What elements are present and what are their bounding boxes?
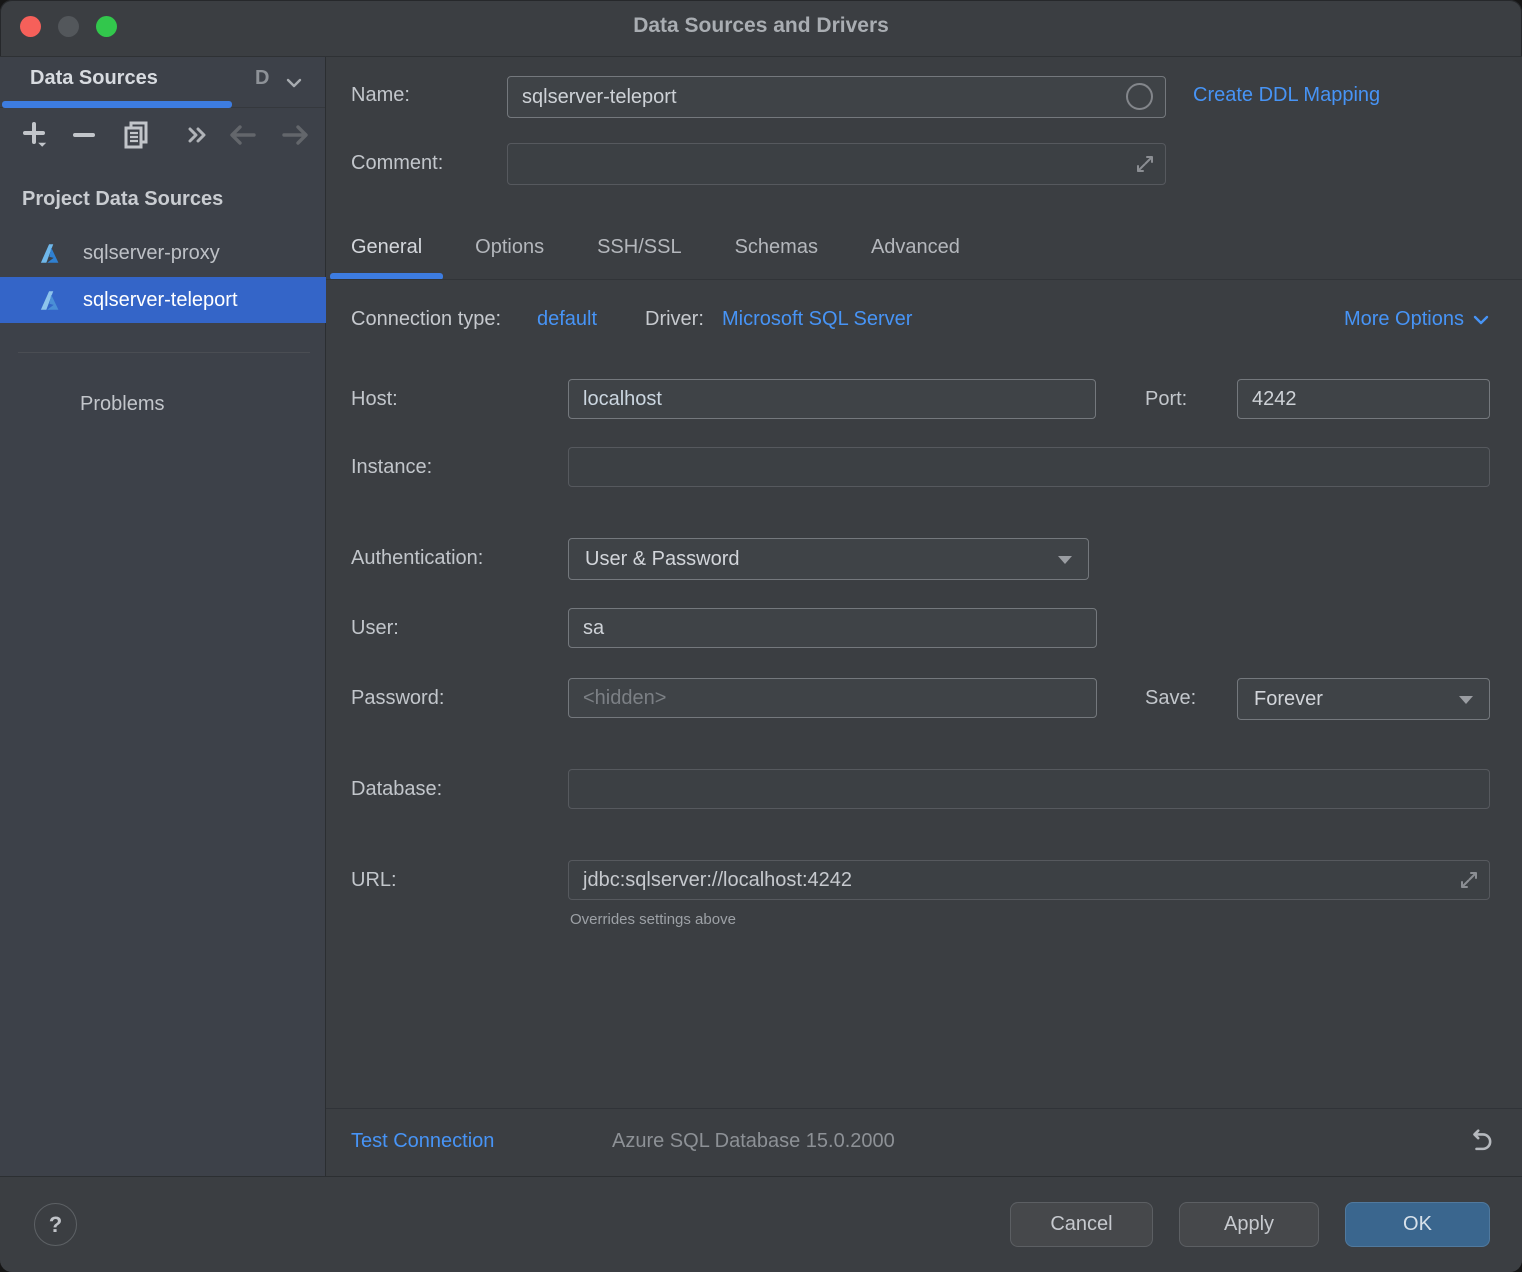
apply-button[interactable]: Apply: [1179, 1202, 1319, 1247]
instance-input[interactable]: [568, 447, 1490, 487]
problems-item[interactable]: Problems: [80, 393, 164, 416]
list-item-label: sqlserver-teleport: [83, 289, 238, 312]
tab-schemas[interactable]: Schemas: [714, 227, 839, 280]
tab-data-sources[interactable]: Data Sources: [30, 67, 158, 90]
settings-tabs: General Options SSH/SSL Schemas Advanced: [330, 227, 981, 280]
tab-options[interactable]: Options: [454, 227, 565, 280]
password-input[interactable]: <hidden>: [568, 678, 1097, 718]
comment-label: Comment:: [351, 152, 443, 175]
connection-type-value[interactable]: default: [537, 308, 597, 331]
expand-icon[interactable]: [1458, 869, 1480, 891]
add-icon[interactable]: [18, 117, 52, 153]
host-label: Host:: [351, 388, 398, 411]
chevron-down-icon: [1472, 313, 1490, 327]
connection-type-row: Connection type: default Driver: Microso…: [326, 308, 1522, 338]
back-arrow-icon[interactable]: [226, 117, 260, 153]
connection-type-label: Connection type:: [351, 308, 501, 331]
name-input[interactable]: sqlserver-teleport: [507, 76, 1166, 118]
copy-icon[interactable]: [120, 117, 154, 153]
database-input[interactable]: [568, 769, 1490, 809]
server-version: Azure SQL Database 15.0.2000: [612, 1130, 895, 1153]
list-item-sqlserver-proxy[interactable]: sqlserver-proxy: [0, 230, 326, 276]
hidden-actions-icon[interactable]: [180, 117, 214, 153]
host-input[interactable]: localhost: [568, 379, 1096, 419]
data-sources-dialog: Data Sources and Drivers Data Sources D: [0, 0, 1522, 1272]
driver-value[interactable]: Microsoft SQL Server: [722, 308, 912, 331]
cancel-button[interactable]: Cancel: [1010, 1202, 1153, 1247]
azure-icon: [38, 289, 61, 312]
tab-drivers-truncated[interactable]: D: [255, 67, 272, 90]
sidebar-toolbar: [0, 113, 325, 157]
password-placeholder: <hidden>: [583, 687, 666, 710]
url-label: URL:: [351, 869, 397, 892]
url-input[interactable]: jdbc:sqlserver://localhost:4242: [568, 860, 1490, 900]
forward-arrow-icon[interactable]: [278, 117, 312, 153]
url-value: jdbc:sqlserver://localhost:4242: [583, 869, 852, 892]
window-title: Data Sources and Drivers: [0, 14, 1522, 38]
list-item-sqlserver-teleport[interactable]: sqlserver-teleport: [0, 277, 326, 323]
sidebar-tab-header: Data Sources D: [0, 57, 325, 108]
save-label: Save:: [1145, 687, 1196, 710]
driver-label: Driver:: [645, 308, 704, 331]
dropdown-arrow-icon: [1058, 556, 1072, 564]
url-hint: Overrides settings above: [570, 911, 736, 928]
authentication-label: Authentication:: [351, 547, 483, 570]
user-input[interactable]: sa: [568, 608, 1097, 648]
titlebar: Data Sources and Drivers: [0, 0, 1522, 57]
tabs-divider: [326, 279, 1522, 280]
progress-circle-icon: [1126, 83, 1153, 110]
port-value: 4242: [1252, 388, 1297, 411]
tab-general[interactable]: General: [330, 227, 443, 280]
rollback-icon[interactable]: [1466, 1128, 1494, 1156]
help-button[interactable]: ?: [34, 1203, 77, 1246]
help-icon: ?: [49, 1212, 62, 1238]
port-input[interactable]: 4242: [1237, 379, 1490, 419]
password-label: Password:: [351, 687, 444, 710]
create-ddl-mapping-link[interactable]: Create DDL Mapping: [1193, 84, 1380, 107]
database-label: Database:: [351, 778, 442, 801]
tab-advanced[interactable]: Advanced: [850, 227, 981, 280]
authentication-select[interactable]: User & Password: [568, 538, 1089, 580]
instance-label: Instance:: [351, 456, 432, 479]
save-value: Forever: [1254, 688, 1323, 711]
ok-button[interactable]: OK: [1345, 1202, 1490, 1247]
chevron-down-icon[interactable]: [281, 71, 307, 95]
active-tab-indicator: [2, 101, 232, 108]
tab-ssh-ssl[interactable]: SSH/SSL: [576, 227, 702, 280]
user-label: User:: [351, 617, 399, 640]
list-item-label: sqlserver-proxy: [83, 242, 220, 265]
save-select[interactable]: Forever: [1237, 678, 1490, 720]
comment-input[interactable]: [507, 143, 1166, 185]
port-label: Port:: [1145, 388, 1187, 411]
name-label: Name:: [351, 84, 410, 107]
more-options-label: More Options: [1344, 308, 1464, 331]
authentication-value: User & Password: [585, 548, 740, 571]
sidebar: Data Sources D Projec: [0, 57, 326, 1176]
name-value: sqlserver-teleport: [522, 86, 677, 109]
sidebar-divider: [18, 352, 310, 353]
test-connection-bar: Test Connection Azure SQL Database 15.0.…: [326, 1108, 1522, 1176]
dropdown-arrow-icon: [1459, 696, 1473, 704]
user-value: sa: [583, 617, 604, 640]
test-connection-link[interactable]: Test Connection: [351, 1130, 494, 1153]
more-options-link[interactable]: More Options: [1344, 308, 1490, 331]
project-data-sources-header: Project Data Sources: [22, 188, 223, 211]
azure-icon: [38, 242, 61, 265]
dialog-footer: ? Cancel Apply OK: [0, 1176, 1522, 1272]
host-value: localhost: [583, 388, 662, 411]
main-panel: Name: sqlserver-teleport Create DDL Mapp…: [326, 57, 1522, 1108]
expand-icon[interactable]: [1134, 153, 1156, 175]
remove-icon[interactable]: [67, 117, 101, 153]
